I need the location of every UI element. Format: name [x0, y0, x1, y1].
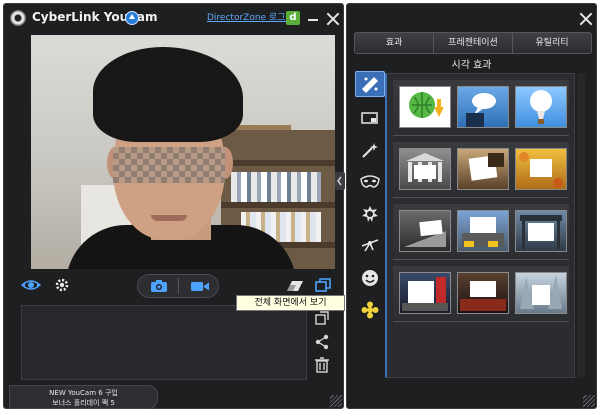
tab-presentation[interactable]: 프레젠테이션	[434, 33, 513, 53]
effect-thumb-skyscraper[interactable]	[515, 272, 567, 314]
promo-line-2: 보너스 홀리데이 팩 5	[52, 399, 115, 407]
camera-preview	[31, 35, 335, 269]
effects-tabs: 효과 프레젠테이션 유틸리티	[354, 32, 592, 54]
share-icon[interactable]	[311, 332, 333, 352]
category-wand-icon[interactable]	[355, 137, 385, 163]
effect-category-list	[355, 71, 385, 381]
youcam-main-window: CyberLink YouCam DirectorZone 로그인 d 전체 화…	[3, 3, 345, 409]
category-particle-icon[interactable]	[355, 233, 385, 259]
category-mask-icon[interactable]	[355, 169, 385, 195]
face-mosaic	[113, 147, 225, 183]
eye-view-icon[interactable]	[21, 278, 41, 292]
eraser-icon[interactable]	[286, 280, 304, 292]
effect-thumb-theater[interactable]	[457, 272, 509, 314]
promo-line-1: NEW YouCam 6 구입	[49, 389, 118, 397]
effect-thumb-speech-bubble[interactable]	[457, 86, 509, 128]
effects-close-button[interactable]	[579, 12, 593, 26]
update-icon[interactable]	[125, 11, 139, 25]
effect-thumb-balloon[interactable]	[515, 86, 567, 128]
gallery-expand-button[interactable]	[311, 309, 333, 329]
close-button[interactable]	[326, 12, 340, 26]
capture-button-group	[137, 274, 219, 298]
category-emoticon-icon[interactable]	[355, 265, 385, 291]
resize-grip-icon[interactable]	[330, 395, 342, 407]
effect-thumb-times-square[interactable]	[399, 272, 451, 314]
effects-window: 효과 프레젠테이션 유틸리티 시각 효과	[346, 3, 597, 409]
category-magic-effect-icon[interactable]	[355, 71, 385, 97]
youcam-logo-icon	[10, 10, 26, 26]
collapse-panel-arrow[interactable]	[335, 172, 345, 190]
section-title: 시각 효과	[451, 60, 492, 71]
effect-thumb-autumn-frame[interactable]	[515, 148, 567, 190]
settings-gear-icon[interactable]	[54, 277, 70, 293]
category-frame-icon[interactable]	[355, 105, 385, 131]
video-record-icon[interactable]	[190, 279, 210, 293]
effects-grid	[385, 73, 575, 378]
media-gallery[interactable]	[21, 305, 307, 380]
tab-effects[interactable]: 효과	[355, 33, 434, 53]
tooltip-fullscreen: 전체 화면에서 보기	[236, 295, 345, 311]
effect-row	[393, 204, 569, 260]
director-zone-icon[interactable]: d	[286, 11, 300, 25]
title-bar[interactable]: CyberLink YouCam DirectorZone 로그인 d	[4, 4, 343, 31]
resize-grip-icon[interactable]	[583, 395, 595, 407]
category-avatar-icon[interactable]	[355, 201, 385, 227]
promo-banner[interactable]: NEW YouCam 6 구입 보너스 홀리데이 팩 5	[9, 385, 158, 409]
effect-thumb-greek-temple[interactable]	[399, 148, 451, 190]
effect-row	[393, 266, 569, 322]
effects-scrollbar[interactable]	[577, 73, 585, 378]
effect-thumb-photo-frame[interactable]	[457, 148, 509, 190]
minimize-button[interactable]	[308, 19, 318, 21]
effect-thumb-building[interactable]	[399, 210, 451, 252]
delete-trash-icon[interactable]	[311, 355, 333, 375]
director-zone-login-link[interactable]: DirectorZone 로그인	[207, 10, 294, 23]
effect-thumb-city-billboard[interactable]	[457, 210, 509, 252]
category-distortion-icon[interactable]	[355, 297, 385, 323]
effect-row	[393, 142, 569, 198]
tab-utility[interactable]: 유틸리티	[513, 33, 591, 53]
effect-row	[393, 80, 569, 136]
camera-snapshot-icon[interactable]	[150, 279, 168, 293]
effect-thumb-station[interactable]	[515, 210, 567, 252]
fullscreen-icon[interactable]	[315, 278, 331, 292]
effect-thumb-download[interactable]	[399, 86, 451, 128]
